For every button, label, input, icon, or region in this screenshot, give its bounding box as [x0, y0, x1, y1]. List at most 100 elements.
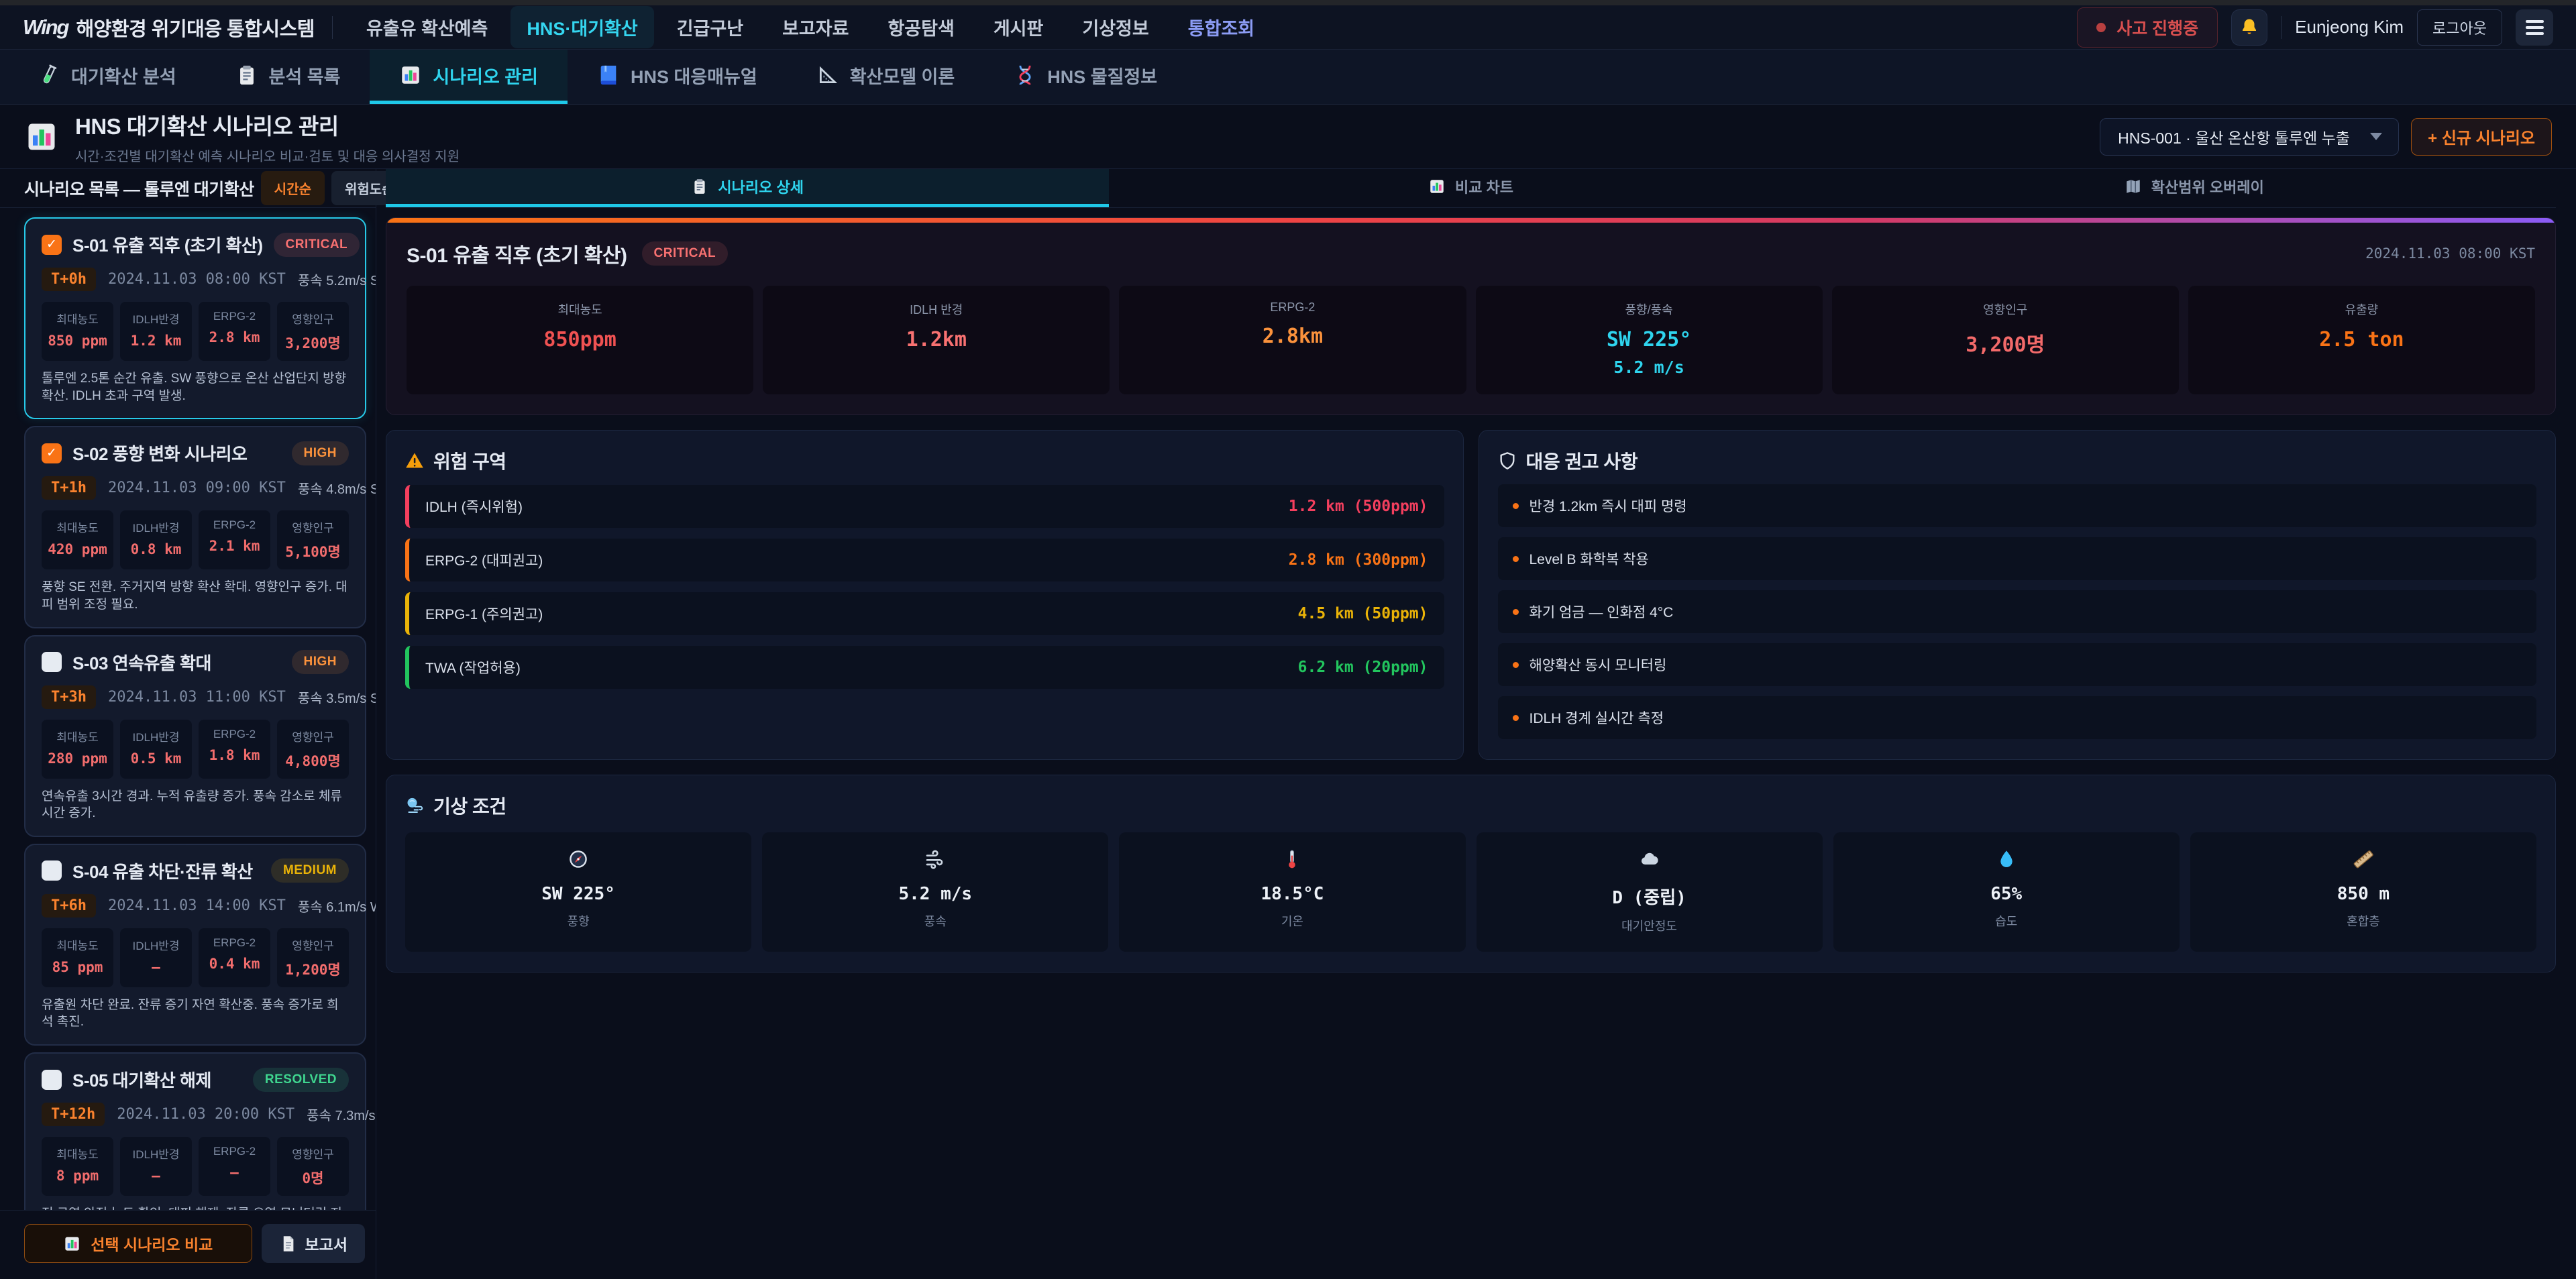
- time-offset-chip: T+3h: [42, 685, 96, 709]
- scenario-checkbox[interactable]: [42, 235, 62, 255]
- detail-tab[interactable]: 시나리오 상세: [386, 169, 1109, 207]
- weather-value: 18.5°C: [1124, 884, 1460, 904]
- bar-chart-icon: [399, 64, 422, 87]
- module-tab[interactable]: 대기확산 분석: [8, 50, 206, 104]
- scenario-card[interactable]: S-01 유출 직후 (초기 확산) CRITICAL T+0h 2024.11…: [24, 217, 366, 419]
- scenario-stats: 최대농도 420 ppm IDLH반경 0.8 km ERPG-2 2.1 km: [42, 510, 349, 569]
- recommendation-text: Level B 화학복 착용: [1529, 549, 1649, 569]
- page-header-actions: HNS-001 · 울산 온산항 톨루엔 누출 + 신규 시나리오: [2100, 118, 2552, 156]
- stat-affected-population: 영향인구 1,200명: [277, 928, 349, 987]
- weather-grid: SW 225° 풍향 5.2 m/s 풍속 18.5°C 기온: [405, 832, 2536, 952]
- notifications-button[interactable]: [2231, 9, 2267, 46]
- scenario-stats: 최대농도 8 ppm IDLH반경 – ERPG-2 – 영향인구: [42, 1137, 349, 1196]
- stat-value: 0.4 km: [201, 956, 268, 972]
- detail-columns: 위험 구역 IDLH (즉시위험) 1.2 km (500ppm) ERPG-2…: [386, 430, 2556, 760]
- topnav-item[interactable]: 긴급구난: [661, 6, 759, 48]
- time-offset-chip: T+6h: [42, 894, 96, 917]
- module-tab[interactable]: 시나리오 관리: [370, 50, 568, 104]
- detail-tab-label: 확산범위 오버레이: [2151, 176, 2264, 197]
- scenario-wind: 풍속 4.8m/s SE: [298, 478, 376, 498]
- scenario-title: S-05 대기확산 해제: [72, 1067, 242, 1092]
- module-tab[interactable]: HNS 물질정보: [984, 50, 1187, 104]
- topnav-item[interactable]: 게시판: [977, 6, 1060, 48]
- metric-value: 2.8km: [1124, 325, 1460, 348]
- stat-affected-population: 영향인구 0명: [277, 1137, 349, 1196]
- module-tab-label: 분석 목록: [269, 62, 341, 89]
- sort-by-time-button[interactable]: 시간순: [261, 171, 325, 205]
- zone-value: 2.8 km (300ppm): [1289, 551, 1428, 569]
- stat-value: 8 ppm: [44, 1168, 111, 1184]
- stat-value: 1.2 km: [123, 333, 189, 349]
- logout-button[interactable]: 로그아웃: [2417, 9, 2502, 46]
- scenario-detail-panel: S-01 유출 직후 (초기 확산) CRITICAL 2024.11.03 0…: [386, 217, 2556, 415]
- brand[interactable]: Wing 해양환경 위기대응 통합시스템: [23, 13, 315, 42]
- compare-scenarios-button[interactable]: 선택 시나리오 비교: [24, 1224, 252, 1263]
- scenario-checkbox[interactable]: [42, 443, 62, 463]
- scenario-card-header: S-04 유출 차단·잔류 확산 MEDIUM: [42, 858, 349, 883]
- scenario-card[interactable]: S-02 풍향 변화 시나리오 HIGH T+1h 2024.11.03 09:…: [24, 426, 366, 628]
- scenario-stats: 최대농도 85 ppm IDLH반경 – ERPG-2 0.4 km 영향인: [42, 928, 349, 987]
- scenario-card[interactable]: S-03 연속유출 확대 HIGH T+3h 2024.11.03 11:00 …: [24, 635, 366, 837]
- scenario-detail-header: S-01 유출 직후 (초기 확산) CRITICAL 2024.11.03 0…: [407, 239, 2535, 268]
- report-button[interactable]: 보고서: [262, 1224, 365, 1263]
- detail-title: S-01 유출 직후 (초기 확산): [407, 239, 627, 268]
- topnav-item[interactable]: HNS·대기확산: [511, 6, 653, 48]
- recommendation-text: 화기 엄금 — 인화점 4°C: [1529, 602, 1674, 622]
- recommendation-row: 화기 엄금 — 인화점 4°C: [1498, 590, 2537, 633]
- stat-label: IDLH반경: [123, 936, 189, 953]
- topnav-item[interactable]: 기상정보: [1066, 6, 1165, 48]
- incident-select[interactable]: HNS-001 · 울산 온산항 톨루엔 누출: [2100, 118, 2399, 156]
- stat-max-concentration: 최대농도 420 ppm: [42, 510, 113, 569]
- scenario-title: S-03 연속유출 확대: [72, 650, 281, 675]
- scenario-checkbox[interactable]: [42, 652, 62, 672]
- topnav-item[interactable]: 보고자료: [766, 6, 865, 48]
- stat-affected-population: 영향인구 5,100명: [277, 510, 349, 569]
- topnav-item[interactable]: 항공탐색: [871, 6, 970, 48]
- scenario-stats: 최대농도 280 ppm IDLH반경 0.5 km ERPG-2 1.8 km: [42, 720, 349, 779]
- zone-label: ERPG-1 (주의권고): [425, 604, 543, 624]
- scenario-timestamp: 2024.11.03 11:00 KST: [108, 689, 286, 706]
- recommendation-row: 반경 1.2km 즉시 대피 명령: [1498, 484, 2537, 527]
- weather-card: 18.5°C 기온: [1119, 832, 1465, 952]
- metric-card: ERPG-2 2.8km: [1119, 286, 1466, 394]
- weather-card: SW 225° 풍향: [405, 832, 751, 952]
- module-tab[interactable]: 분석 목록: [206, 50, 370, 104]
- new-scenario-button[interactable]: + 신규 시나리오: [2411, 118, 2552, 156]
- scenario-meta: T+0h 2024.11.03 08:00 KST 풍속 5.2m/s SW: [42, 268, 349, 291]
- zone-row: IDLH (즉시위험) 1.2 km (500ppm): [405, 485, 1444, 528]
- weather-label: 풍속: [767, 912, 1103, 930]
- module-tab[interactable]: 확산모델 이론: [787, 50, 985, 104]
- scenario-description: 연속유출 3시간 경과. 누적 유출량 증가. 풍속 감소로 체류 시간 증가.: [42, 788, 349, 822]
- module-tab[interactable]: HNS 대응매뉴얼: [568, 50, 787, 104]
- scenario-card[interactable]: S-05 대기확산 해제 RESOLVED T+12h 2024.11.03 2…: [24, 1052, 366, 1210]
- scenario-description: 전 구역 안전 농도 확인. 대피 해제. 잔류 오염 모니터링 지속.: [42, 1205, 349, 1210]
- scenario-wind: 풍속 6.1m/s W: [298, 896, 376, 915]
- scenario-card[interactable]: S-04 유출 차단·잔류 확산 MEDIUM T+6h 2024.11.03 …: [24, 844, 366, 1046]
- detail-tab[interactable]: 확산범위 오버레이: [1833, 169, 2556, 207]
- time-offset-chip: T+1h: [42, 476, 96, 500]
- divider: [2281, 16, 2282, 39]
- severity-badge: CRITICAL: [274, 233, 360, 257]
- topnav-item[interactable]: 유출유 확산예측: [350, 6, 504, 48]
- stat-idlh-radius: IDLH반경 –: [120, 928, 192, 987]
- stat-max-concentration: 최대농도 85 ppm: [42, 928, 113, 987]
- scenario-checkbox[interactable]: [42, 860, 62, 881]
- brand-title: 해양환경 위기대응 통합시스템: [76, 13, 314, 42]
- stat-label: 최대농도: [44, 936, 111, 953]
- menu-button[interactable]: [2516, 9, 2553, 46]
- stat-idlh-radius: IDLH반경 0.5 km: [120, 720, 192, 779]
- topnav-item[interactable]: 통합조회: [1172, 6, 1271, 48]
- zone-list: IDLH (즉시위험) 1.2 km (500ppm) ERPG-2 (대피권고…: [405, 485, 1444, 689]
- user-name: Eunjeong Kim: [2295, 17, 2404, 38]
- bar-chart-icon: [1428, 178, 1446, 195]
- incident-status-badge: 사고 진행중: [2077, 7, 2218, 48]
- warning-icon: [405, 451, 424, 470]
- module-tab-label: HNS 대응매뉴얼: [631, 62, 757, 89]
- bell-icon: [2239, 17, 2259, 38]
- scenario-checkbox[interactable]: [42, 1070, 62, 1090]
- scenario-timestamp: 2024.11.03 09:00 KST: [108, 480, 286, 496]
- dna-icon: [1014, 64, 1036, 87]
- cloud-icon: [1639, 848, 1660, 870]
- zone-row: TWA (작업허용) 6.2 km (20ppm): [405, 646, 1444, 689]
- detail-tab[interactable]: 비교 차트: [1109, 169, 1832, 207]
